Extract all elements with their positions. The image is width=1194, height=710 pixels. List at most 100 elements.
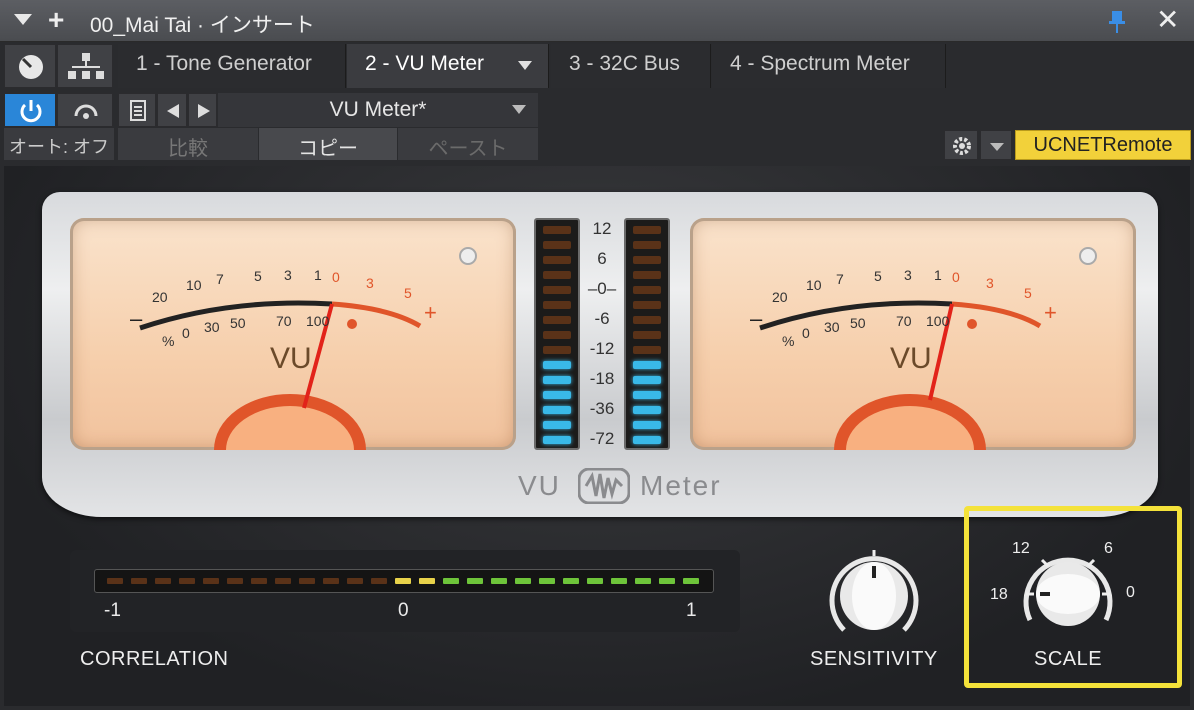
vu-meter-left-dial: VU – + 20 10 7 5 3 1 0 3 5 % 0 30 50 70 …	[130, 247, 477, 540]
led-segment	[543, 241, 571, 249]
preset-name-select[interactable]: VU Meter*	[218, 93, 538, 127]
tab-dropdown-arrow-icon[interactable]	[518, 61, 532, 70]
preset-menu-button[interactable]	[118, 93, 156, 127]
correlation-segment	[275, 578, 291, 584]
scale-label: SCALE	[1034, 648, 1103, 670]
led-segment	[633, 346, 661, 354]
correlation-max-label: 1	[686, 600, 697, 621]
brand-vu: VU	[518, 470, 561, 501]
led-segment	[543, 331, 571, 339]
presonus-logo-icon	[578, 468, 630, 504]
led-segment	[543, 316, 571, 324]
led-segment	[633, 286, 661, 294]
bypass-button[interactable]	[57, 93, 113, 127]
led-segment	[633, 391, 661, 399]
knob-icon	[19, 55, 43, 79]
vu-meter-left: VU – + 20 10 7 5 3 1 0 3 5 % 0 30 50 70 …	[70, 218, 516, 540]
bypass-icon	[74, 104, 98, 119]
settings-button[interactable]	[944, 130, 978, 160]
correlation-segment	[227, 578, 243, 584]
routing-button[interactable]	[57, 44, 113, 88]
correlation-segment	[539, 578, 555, 584]
svg-text:0: 0	[952, 269, 960, 285]
sensitivity-knob[interactable]	[822, 544, 926, 644]
led-scale-label: -36	[589, 399, 615, 418]
prev-preset-button[interactable]	[157, 93, 187, 127]
brand-meter: Meter	[640, 470, 722, 501]
svg-text:0: 0	[332, 269, 340, 285]
ucnet-remote-button[interactable]: UCNETRemote	[1015, 130, 1191, 160]
svg-text:7: 7	[216, 271, 224, 287]
led-segment	[633, 301, 661, 309]
svg-text:3: 3	[366, 275, 374, 291]
collapse-arrow-icon[interactable]	[14, 14, 32, 25]
svg-text:5: 5	[254, 268, 262, 284]
scale-knob[interactable]	[1018, 546, 1118, 638]
vu-label: VU	[270, 342, 312, 375]
svg-text:%: %	[162, 333, 174, 349]
add-plugin-button[interactable]: +	[48, 6, 64, 34]
led-segment	[633, 436, 661, 444]
svg-text:20: 20	[152, 289, 168, 305]
correlation-segment	[395, 578, 411, 584]
tab-vu-meter[interactable]: 2 - VU Meter	[347, 44, 549, 88]
svg-text:20: 20	[772, 289, 788, 305]
led-segment	[633, 256, 661, 264]
led-segment	[543, 361, 571, 369]
tab-label: 1 - Tone Generator	[136, 52, 312, 75]
correlation-segment	[419, 578, 435, 584]
correlation-segment	[563, 578, 579, 584]
routing-knob-button[interactable]	[4, 44, 56, 88]
correlation-segment	[491, 578, 507, 584]
led-segment	[633, 241, 661, 249]
correlation-segment	[683, 578, 699, 584]
svg-text:5: 5	[1024, 285, 1032, 301]
led-segment	[543, 301, 571, 309]
svg-text:100: 100	[926, 313, 950, 329]
vu-meter-right-dial: VU – + 20 10 7 5 3 1 0 3 5 % 0 30 50 70 …	[750, 247, 1097, 540]
preset-dropdown-arrow-icon[interactable]	[512, 105, 526, 114]
next-preset-button[interactable]	[188, 93, 217, 127]
svg-text:30: 30	[204, 319, 220, 335]
svg-text:5: 5	[404, 285, 412, 301]
chevron-down-icon	[990, 143, 1004, 151]
arrow-left-icon	[167, 104, 179, 118]
correlation-segment	[155, 578, 171, 584]
led-segment	[543, 436, 571, 444]
svg-text:+: +	[1044, 300, 1057, 325]
svg-text:–: –	[750, 306, 763, 331]
vu-label: VU	[890, 342, 932, 375]
svg-text:+: +	[424, 300, 437, 325]
led-scale-label: 12	[592, 219, 612, 238]
paste-button[interactable]: ペースト	[398, 128, 538, 160]
led-segment	[633, 271, 661, 279]
copy-button[interactable]: コピー	[259, 128, 397, 160]
svg-text:0: 0	[802, 325, 810, 341]
tab-tone-generator[interactable]: 1 - Tone Generator	[118, 44, 346, 88]
led-scale-label: –0–	[587, 279, 617, 298]
tab-spectrum-meter[interactable]: 4 - Spectrum Meter	[712, 44, 946, 88]
pin-icon[interactable]	[1106, 10, 1128, 34]
power-icon	[20, 100, 42, 123]
correlation-segment	[635, 578, 651, 584]
scale-option-12: 12	[1012, 540, 1030, 557]
svg-text:70: 70	[896, 313, 912, 329]
svg-text:70: 70	[276, 313, 292, 329]
led-segment	[543, 421, 571, 429]
svg-text:–: –	[130, 306, 143, 331]
led-scale-label: -18	[589, 369, 615, 388]
close-button[interactable]: ✕	[1156, 6, 1179, 34]
compare-button[interactable]: 比較	[118, 128, 258, 160]
settings-dropdown[interactable]	[980, 130, 1012, 160]
automation-status[interactable]: オート: オフ	[4, 128, 114, 160]
power-button[interactable]	[4, 93, 56, 127]
svg-text:0: 0	[182, 325, 190, 341]
led-segment	[543, 346, 571, 354]
tab-32c-bus[interactable]: 3 - 32C Bus	[551, 44, 711, 88]
led-segment	[543, 226, 571, 234]
led-segment	[543, 271, 571, 279]
led-scale-label: -72	[589, 429, 615, 448]
svg-text:5: 5	[874, 268, 882, 284]
svg-text:100: 100	[306, 313, 330, 329]
svg-text:10: 10	[806, 277, 822, 293]
